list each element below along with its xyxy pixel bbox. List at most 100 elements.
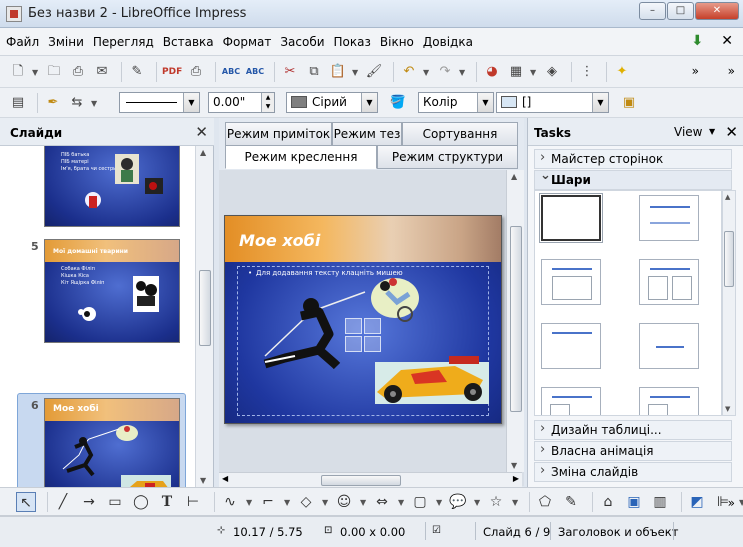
shapes-dropdown-arrow-icon[interactable]: ▼ [322, 498, 330, 507]
gallery-icon[interactable]: ▥ [650, 492, 670, 512]
copy-icon[interactable]: ⧉ [304, 62, 324, 82]
tab-outline[interactable]: Режим структури [377, 145, 518, 169]
menu-tools[interactable]: Засоби [280, 35, 324, 49]
update-download-icon[interactable]: ⬇ [692, 33, 704, 49]
insert-table-icon[interactable] [345, 318, 362, 334]
toolbar-overflow-icon[interactable]: » [728, 496, 735, 510]
shadow-icon[interactable]: ▣ [619, 93, 639, 113]
insert-chart-icon[interactable] [364, 318, 381, 334]
arrow-style-icon[interactable]: ⇆ [67, 93, 87, 113]
new-dropdown-arrow-icon[interactable]: ▼ [32, 68, 40, 77]
edit-file-icon[interactable]: ✎ [127, 62, 147, 82]
from-file-icon[interactable]: ▣ [624, 492, 644, 512]
save-icon[interactable]: ⎙ [68, 62, 88, 82]
fill-value-select[interactable]: [] ▼ [496, 92, 609, 113]
symbol-shapes-icon[interactable]: ☺ [334, 492, 354, 512]
close-window-button[interactable]: ✕ [695, 2, 739, 20]
layout-title-2-content-content[interactable] [541, 387, 601, 415]
layout-title-only[interactable] [541, 323, 601, 369]
callouts-icon[interactable]: 💬 [448, 492, 468, 512]
connector-dropdown-arrow-icon[interactable]: ▼ [284, 498, 292, 507]
arrows-dropdown-arrow-icon[interactable]: ▼ [398, 498, 406, 507]
layout-centered-text[interactable] [639, 323, 699, 369]
line-style-select[interactable]: ▼ [119, 92, 200, 113]
fontwork-icon[interactable]: ⌂ [598, 492, 618, 512]
layouts-scrollbar[interactable]: ▲ ▼ [722, 190, 736, 416]
layout-blank[interactable] [539, 193, 603, 243]
stars-icon[interactable]: ☆ [486, 492, 506, 512]
new-document-icon[interactable]: 🗋 [8, 62, 28, 82]
menu-format[interactable]: Формат [223, 35, 272, 49]
print-icon[interactable]: ⎙ [186, 62, 206, 82]
export-pdf-icon[interactable]: PDF [162, 62, 182, 82]
line-width-field[interactable]: 0.00" ▲ ▼ [208, 92, 275, 113]
view-dropdown-arrow-icon[interactable]: ▼ [709, 127, 715, 136]
spellcheck-icon[interactable]: ABC [221, 62, 241, 82]
line-tool-icon[interactable]: ╱ [53, 492, 73, 512]
area-style-icon[interactable]: 🪣 [388, 93, 408, 113]
undo-dropdown-arrow-icon[interactable]: ▼ [423, 68, 431, 77]
rectangle-tool-icon[interactable]: ▭ [105, 492, 125, 512]
insert-video-icon[interactable] [364, 336, 381, 352]
line-arrow-tool-icon[interactable]: → [79, 492, 99, 512]
styles-icon[interactable]: ▤ [8, 93, 28, 113]
ellipse-tool-icon[interactable]: ◯ [131, 492, 151, 512]
clone-formatting-icon[interactable]: 🖌 [364, 62, 384, 82]
symbols-dropdown-arrow-icon[interactable]: ▼ [360, 498, 368, 507]
insert-image-icon[interactable] [345, 336, 362, 352]
menu-insert[interactable]: Вставка [163, 35, 214, 49]
basic-shapes-icon[interactable]: ◇ [296, 492, 316, 512]
curve-tool-icon[interactable]: ∿ [220, 492, 240, 512]
flowchart-dropdown-arrow-icon[interactable]: ▼ [436, 498, 444, 507]
scroll-right-icon[interactable]: ▶ [513, 474, 519, 483]
scroll-up-icon[interactable]: ▲ [200, 148, 206, 157]
scroll-down-icon[interactable]: ▼ [511, 461, 517, 470]
section-slide-transition[interactable]: Зміна слайдів [534, 462, 732, 482]
line-width-spinner-icon[interactable]: ▲ ▼ [261, 93, 274, 112]
block-arrows-icon[interactable]: ⇔ [372, 492, 392, 512]
current-slide[interactable]: Мое хобі Для додавання тексту клацніть м… [224, 215, 502, 424]
tab-notes[interactable]: Режим приміток [225, 122, 332, 146]
document-modified-icon[interactable]: ☑ [432, 525, 441, 536]
fill-type-select[interactable]: Колір ▼ [418, 92, 494, 113]
slide-thumbnail[interactable]: Мої домашні тварини Собака Філіп Кішка К… [44, 239, 180, 343]
paste-icon[interactable]: 📋 [328, 62, 348, 82]
menu-slideshow[interactable]: Показ [334, 35, 371, 49]
section-layouts[interactable]: Шари [534, 167, 732, 190]
align-dropdown-arrow-icon[interactable]: ▼ [739, 498, 743, 507]
view-menu-button[interactable]: View [674, 125, 702, 139]
tab-handout[interactable]: Режим тез [332, 122, 402, 146]
toolbar-overflow-icon[interactable]: » [692, 64, 699, 78]
display-views-icon[interactable]: ◈ [542, 62, 562, 82]
redo-icon[interactable]: ↷ [435, 62, 455, 82]
menu-help[interactable]: Довідка [423, 35, 473, 49]
scroll-down-icon[interactable]: ▼ [725, 405, 730, 413]
tab-normal[interactable]: Режим креслення [225, 145, 377, 169]
maximize-button[interactable]: □ [667, 2, 694, 20]
layout-title-content-2-content[interactable] [639, 387, 699, 415]
undo-icon[interactable]: ↶ [399, 62, 419, 82]
scroll-thumb[interactable] [321, 475, 401, 486]
line-color-select[interactable]: Сірий ▼ [286, 92, 378, 113]
line-icon[interactable]: ✒ [43, 93, 63, 113]
stars-dropdown-arrow-icon[interactable]: ▼ [512, 498, 520, 507]
slide-thumbnail-selected[interactable]: Мое хобі [44, 398, 180, 487]
close-icon[interactable]: ✕ [725, 123, 738, 141]
slides-scrollbar[interactable]: ▲ ▼ [195, 146, 213, 487]
scroll-left-icon[interactable]: ◀ [222, 474, 228, 483]
scroll-thumb[interactable] [510, 226, 522, 412]
section-table-design[interactable]: Дизайн таблиці... [534, 420, 732, 440]
toolbar-overflow-icon[interactable]: » [728, 64, 735, 78]
section-master-pages[interactable]: Майстер сторінок [534, 149, 732, 169]
workspace-vertical-scrollbar[interactable]: ▲ ▼ [506, 170, 524, 472]
vertical-text-tool-icon[interactable]: ⊢ [183, 492, 203, 512]
scroll-thumb[interactable] [199, 270, 211, 346]
table-icon[interactable]: ▦ [506, 62, 526, 82]
glue-points-icon[interactable]: ✎ [561, 492, 581, 512]
text-tool-icon[interactable]: T [157, 492, 177, 512]
table-dropdown-arrow-icon[interactable]: ▼ [530, 68, 538, 77]
workspace-horizontal-scrollbar[interactable]: ◀ ▶ [219, 472, 522, 487]
grid-icon[interactable]: ⋮ [577, 62, 597, 82]
cut-icon[interactable]: ✂ [280, 62, 300, 82]
slide-thumbnail[interactable]: ПІБ батька ПІБ матері Ім'я, брата чи сес… [44, 146, 180, 227]
